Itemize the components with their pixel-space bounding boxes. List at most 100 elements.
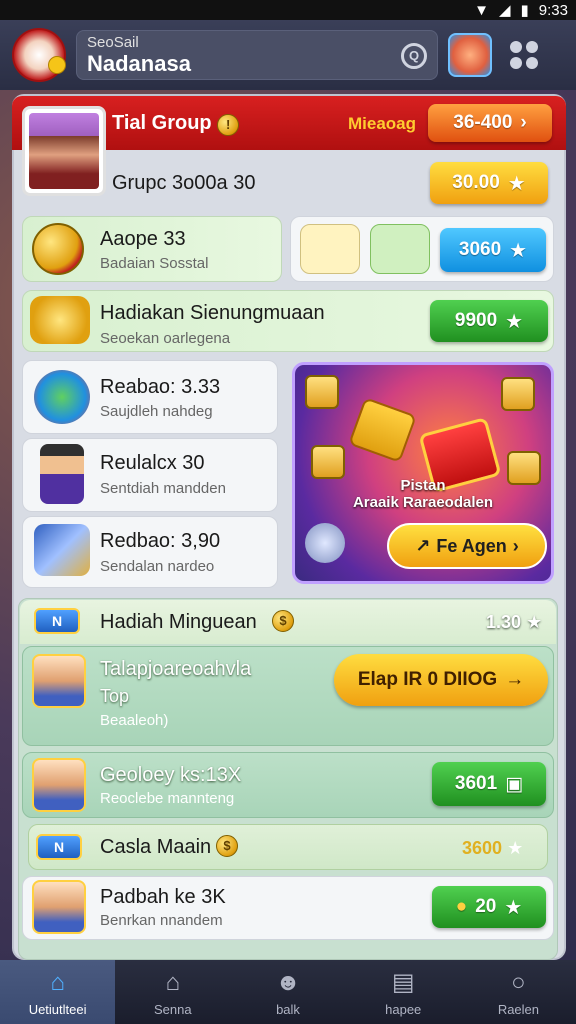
- promo-button-label: Fe Agen: [436, 535, 507, 556]
- character-avatar: [32, 880, 86, 934]
- star-icon: ★: [526, 612, 543, 632]
- featured-button-label: Elap IR 0 DIIOG: [357, 669, 498, 690]
- list-item-title: Redbao: 3,90: [100, 530, 221, 552]
- user-avatar[interactable]: [12, 28, 66, 82]
- profile-row-title: Grupc 3o00a 30: [112, 172, 256, 194]
- profile-button[interactable]: [448, 33, 492, 77]
- house-icon: ⌂: [165, 968, 181, 996]
- tile-icon: [501, 377, 535, 411]
- ghost-icon: [305, 523, 345, 563]
- hadiakan-subtitle: Seoekan oarlegena: [100, 330, 231, 347]
- promo-banner[interactable]: Pistan Araaik Raraeodalen ↗ Fe Agen ›: [292, 362, 554, 584]
- coin-icon: $: [272, 610, 294, 632]
- geoloey-button[interactable]: 3601 ▣: [432, 762, 546, 806]
- padbah-button-label: 20: [475, 896, 497, 917]
- portrait-image: [29, 113, 99, 189]
- treasure-icon: [30, 296, 90, 344]
- list-item-title: Reabao: 3.33: [100, 376, 221, 398]
- character-icon: [40, 444, 84, 504]
- padbah-button[interactable]: ● 20 ★: [432, 886, 546, 928]
- tile-icon: [305, 375, 339, 409]
- arrow-icon: ↗: [415, 535, 431, 556]
- nav-item-raelen[interactable]: ○ Raelen: [461, 960, 576, 1024]
- nav-label: balk: [276, 1001, 300, 1017]
- hadiakan-title: Hadiakan Sienungmuaan: [100, 302, 325, 324]
- casla-title: Casla Maain: [100, 836, 212, 858]
- top-bar: SeoSail Nadanasa Q: [0, 20, 576, 90]
- promo-label1: Pistan: [400, 477, 446, 494]
- coin-icon: ●: [455, 896, 468, 917]
- profile-row-button[interactable]: 30.00 ★: [430, 162, 548, 204]
- profile-row-button-label: 30.00: [452, 172, 500, 193]
- coin-icon: !: [217, 114, 240, 136]
- casla-tab[interactable]: N: [36, 834, 82, 860]
- nav-label: Raelen: [497, 1001, 540, 1017]
- scroll-icon: [34, 524, 90, 576]
- casla-value-wrap: 3600 ★: [462, 838, 523, 859]
- featured-line3: Beaaleoh): [100, 712, 169, 729]
- gift-item-1[interactable]: [300, 224, 360, 274]
- nav-item-home[interactable]: ⌂ Uetiutlteei: [0, 960, 116, 1024]
- circle-icon: ○: [511, 968, 526, 996]
- nav-item-senna[interactable]: ⌂ Senna: [115, 960, 230, 1024]
- search-box[interactable]: SeoSail Nadanasa Q: [76, 30, 438, 80]
- aaope-subtitle: Badaian Sosstal: [100, 255, 209, 272]
- casla-value: 3600: [462, 838, 503, 858]
- list-item-subtitle: Sendalan nardeo: [100, 558, 215, 575]
- chevron-right-icon: ›: [520, 112, 527, 133]
- nav-item-hapee[interactable]: ▤ hapee: [346, 960, 461, 1024]
- star-icon: ★: [507, 838, 524, 858]
- wifi-icon: ▼: [474, 1, 489, 19]
- geoloey-title: Geoloey ks:13X: [100, 764, 242, 786]
- weekly-value: 1.30: [486, 612, 522, 632]
- promo-text: Pistan Araaik Raraeodalen: [295, 477, 551, 511]
- gold-box-icon: [348, 397, 417, 463]
- gift-icon: ▣: [505, 773, 524, 795]
- group-subtitle: Mieaoag: [348, 114, 417, 133]
- geoloey-subtitle: Reoclebe mannteng: [100, 790, 235, 807]
- nav-label: hapee: [385, 1001, 422, 1017]
- geoloey-button-label: 3601: [454, 773, 498, 794]
- nav-item-balk[interactable]: ☻ balk: [230, 960, 345, 1024]
- gift-item-2[interactable]: [370, 224, 430, 274]
- search-title: Nadanasa: [87, 51, 191, 76]
- search-icon[interactable]: Q: [401, 43, 427, 69]
- face-icon: ☻: [275, 968, 301, 996]
- coin-icon: $: [216, 835, 238, 857]
- hadiakan-button[interactable]: 9900 ★: [430, 300, 548, 342]
- list-item-title: Reulalcx 30: [100, 452, 205, 474]
- weekly-tab[interactable]: N: [34, 608, 80, 634]
- padbah-title: Padbah ke 3K: [100, 886, 226, 908]
- featured-button[interactable]: Elap IR 0 DIIOG →: [334, 654, 548, 706]
- padbah-subtitle: Benrkan nnandem: [100, 912, 223, 929]
- arrow-right-icon: →: [505, 669, 525, 690]
- character-avatar: [32, 758, 86, 812]
- group-title: Tial Group: [112, 112, 212, 134]
- status-time: 9:33: [538, 1, 568, 19]
- featured-line2: Top: [100, 686, 130, 706]
- profile-portrait[interactable]: [22, 106, 106, 196]
- grid-menu-icon[interactable]: [510, 41, 538, 69]
- aaope-title: Aaope 33: [100, 228, 186, 250]
- briefcase-icon: ▤: [391, 969, 415, 996]
- gold-coin-icon: [32, 223, 84, 275]
- promo-label2: Araaik Raraeodalen: [352, 494, 494, 511]
- nav-label: Uetiutlteei: [28, 1001, 87, 1017]
- battery-icon: ▮: [520, 2, 529, 19]
- promo-button[interactable]: ↗ Fe Agen ›: [387, 523, 547, 569]
- star-icon: ★: [505, 310, 524, 333]
- group-title-wrap: Tial Group !: [112, 112, 240, 136]
- list-item-subtitle: Sentdiah mandden: [100, 480, 226, 497]
- list-item-subtitle: Saujdleh nahdeg: [100, 403, 213, 420]
- aaope-button[interactable]: 3060 ★: [440, 228, 546, 272]
- star-icon: ★: [509, 239, 528, 262]
- tile-icon: [311, 445, 345, 479]
- character-avatar: [32, 654, 86, 708]
- header-button[interactable]: 36-400 ›: [428, 104, 552, 142]
- signal-icon: ◢: [498, 2, 511, 19]
- nav-label: Senna: [154, 1001, 192, 1017]
- star-icon: ★: [504, 896, 523, 919]
- home-icon: ⌂: [50, 968, 65, 996]
- hadiakan-button-label: 9900: [454, 310, 498, 331]
- weekly-value-wrap: 1.30 ★: [486, 612, 542, 633]
